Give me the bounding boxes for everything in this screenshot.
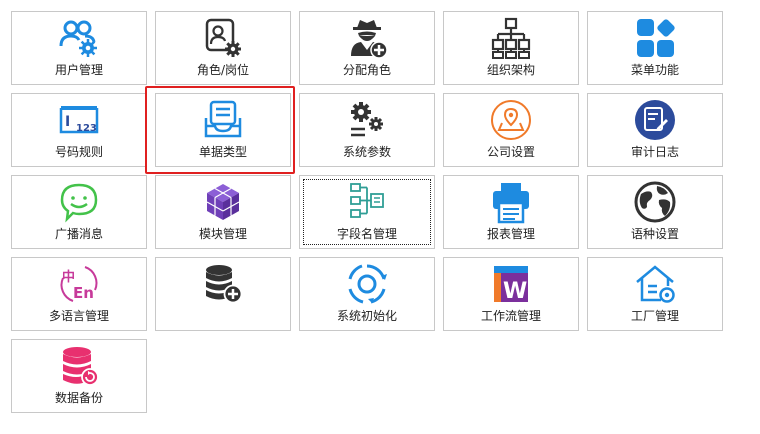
tile-database-add[interactable] (155, 257, 291, 331)
tile-factory-management[interactable]: 工厂管理 (587, 257, 723, 331)
tile-report-management[interactable]: 报表管理 (443, 175, 579, 249)
spy-add-icon (345, 16, 389, 60)
menu-tiles-icon (633, 16, 677, 60)
org-chart-icon (489, 16, 533, 60)
printer-icon (489, 180, 533, 224)
tile-label: 菜单功能 (630, 63, 679, 77)
tile-assign-role[interactable]: 分配角色 (299, 11, 435, 85)
cube-icon (201, 180, 245, 224)
tile-label: 号码规则 (54, 145, 103, 159)
tile-company-settings[interactable]: 公司设置 (443, 93, 579, 167)
globe-icon (633, 180, 677, 224)
tile-org-structure[interactable]: 组织架构 (443, 11, 579, 85)
refresh-cycle-icon (345, 262, 389, 306)
tile-label: 模块管理 (198, 227, 247, 241)
location-pin-icon (489, 98, 533, 142)
tile-user-management[interactable]: 用户管理 (11, 11, 147, 85)
tile-document-type[interactable]: 单据类型 (155, 93, 291, 167)
role-settings-icon (201, 16, 245, 60)
tile-workflow-management[interactable]: W 工作流管理 (443, 257, 579, 331)
database-add-icon (201, 262, 245, 306)
svg-text:W: W (503, 279, 527, 304)
tile-language-settings[interactable]: 语种设置 (587, 175, 723, 249)
tile-label: 单据类型 (198, 145, 247, 159)
database-backup-icon (57, 344, 101, 388)
audit-log-icon (633, 98, 677, 142)
svg-text:123: 123 (76, 123, 97, 134)
field-tree-icon (345, 180, 389, 224)
tile-number-rule[interactable]: I 123 号码规则 (11, 93, 147, 167)
number-rule-icon: I 123 (57, 98, 101, 142)
tile-label: 工作流管理 (480, 309, 541, 323)
tile-label: 角色/岗位 (196, 63, 250, 77)
tile-label: 字段名管理 (336, 227, 397, 241)
tile-system-initialize[interactable]: 系统初始化 (299, 257, 435, 331)
svg-text:I: I (65, 114, 70, 130)
tile-field-name-management[interactable]: 字段名管理 (299, 175, 435, 249)
gears-icon (345, 98, 389, 142)
tile-label: 系统初始化 (336, 309, 397, 323)
house-gear-icon (633, 262, 677, 306)
tile-label: 公司设置 (486, 145, 535, 159)
svg-text:中: 中 (62, 269, 75, 285)
tile-label: 组织架构 (486, 63, 535, 77)
tile-module-management[interactable]: 模块管理 (155, 175, 291, 249)
tile-label: 报表管理 (486, 227, 535, 241)
workflow-w-icon: W (489, 262, 533, 306)
tile-label: 审计日志 (630, 145, 679, 159)
tile-label: 广播消息 (54, 227, 103, 241)
chat-bubble-icon (57, 180, 101, 224)
tile-data-backup[interactable]: 数据备份 (11, 339, 147, 413)
tile-label: 分配角色 (342, 63, 391, 77)
tile-label: 系统参数 (342, 145, 391, 159)
tile-multilanguage-management[interactable]: 中 En 多语言管理 (11, 257, 147, 331)
zh-en-icon: 中 En (57, 262, 101, 306)
tile-label: 数据备份 (54, 391, 103, 405)
tile-audit-log[interactable]: 审计日志 (587, 93, 723, 167)
tile-menu-functions[interactable]: 菜单功能 (587, 11, 723, 85)
tile-label: 用户管理 (54, 63, 103, 77)
tile-label: 语种设置 (630, 227, 679, 241)
document-tray-icon (201, 98, 245, 142)
tile-broadcast-message[interactable]: 广播消息 (11, 175, 147, 249)
tile-label: 工厂管理 (630, 309, 679, 323)
tile-label: 多语言管理 (48, 309, 109, 323)
user-settings-icon (57, 16, 101, 60)
svg-text:En: En (73, 284, 94, 302)
tile-system-params[interactable]: 系统参数 (299, 93, 435, 167)
tile-role-position[interactable]: 角色/岗位 (155, 11, 291, 85)
